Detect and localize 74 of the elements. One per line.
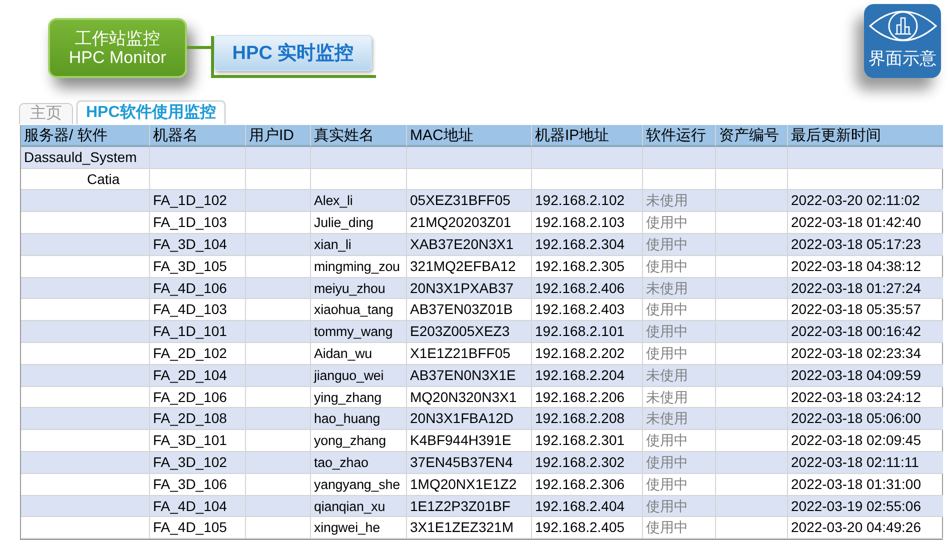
table-cell: FA_1D_102: [150, 190, 246, 212]
table-cell: FA_3D_104: [150, 234, 246, 256]
table-cell: 2022-03-18 02:11:11: [788, 452, 943, 474]
table-cell: AB37EN0N3X1E: [407, 364, 532, 387]
table-cell: 192.168.2.404: [532, 496, 643, 518]
empty-cell: [246, 517, 311, 540]
table-cell: 192.168.2.208: [532, 408, 643, 430]
preview-badge[interactable]: 界面示意: [864, 4, 941, 78]
table-cell: XAB37E20N3X1: [407, 234, 532, 256]
table-cell: 未使用: [643, 408, 716, 430]
table-cell: 192.168.2.405: [532, 517, 643, 540]
table-cell: 1E1Z2P3Z01BF: [407, 496, 532, 518]
table-cell: 05XEZ31BFF05: [407, 190, 532, 212]
column-header: 资产编号: [716, 125, 788, 147]
table-cell: qianqian_xu: [311, 496, 407, 518]
table-cell: 20N3X1FBA12D: [407, 408, 532, 430]
table-cell: FA_2D_104: [150, 364, 246, 387]
table-cell: 192.168.2.204: [532, 364, 643, 387]
table-cell: 2022-03-18 05:17:23: [788, 234, 943, 256]
table-cell: hao_huang: [311, 408, 407, 430]
column-header: MAC地址: [407, 125, 532, 147]
node-title: 工作站监控: [75, 29, 160, 48]
table-cell: 2022-03-18 05:06:00: [788, 408, 943, 430]
table-cell: FA_2D_108: [150, 408, 246, 430]
table-cell: 未使用: [643, 190, 716, 212]
tab[interactable]: HPC软件使用监控: [76, 100, 226, 124]
table-cell: xingwei_he: [311, 517, 407, 540]
table-cell: 使用中: [643, 496, 716, 518]
table-cell: 使用中: [643, 234, 716, 256]
table-cell: 未使用: [643, 278, 716, 300]
table-cell: 2022-03-18 01:27:24: [788, 278, 943, 300]
table-cell: 3X1E1ZEZ321M: [407, 517, 532, 540]
table-cell: 192.168.2.102: [532, 190, 643, 212]
table-cell: 使用中: [643, 517, 716, 540]
table-cell: 2022-03-18 04:09:59: [788, 364, 943, 387]
node-subtitle: HPC Monitor: [68, 48, 166, 67]
table-cell: 2022-03-19 02:55:06: [788, 496, 943, 518]
tab[interactable]: 主页: [19, 103, 73, 124]
table-cell: tao_zhao: [311, 452, 407, 474]
column-header: 真实姓名: [311, 125, 407, 147]
table-cell: Alex_li: [311, 190, 407, 212]
table-cell: xian_li: [311, 234, 407, 256]
table-cell: 2022-03-20 02:11:02: [788, 190, 943, 212]
table-cell: 使用中: [643, 452, 716, 474]
table-cell: 2022-03-20 04:49:26: [788, 517, 943, 540]
table-cell: 20N3X1PXAB37: [407, 278, 532, 300]
column-header: 用户ID: [246, 125, 311, 147]
table-cell: 2022-03-18 00:16:42: [788, 321, 943, 343]
table-cell: 37EN45B37EN4: [407, 452, 532, 474]
column-header: 服务器/ 软件: [21, 125, 150, 147]
table-cell: 192.168.2.304: [532, 234, 643, 256]
table-cell: 使用中: [643, 321, 716, 343]
table-cell: jianguo_wei: [311, 364, 407, 387]
table-cell: meiyu_zhou: [311, 278, 407, 300]
badge-label: 界面示意: [868, 48, 936, 70]
table-cell: 192.168.2.302: [532, 452, 643, 474]
table-cell: 192.168.2.101: [532, 321, 643, 343]
table-cell: FA_4D_106: [150, 278, 246, 300]
table-cell: Dassauld_System: [21, 146, 150, 169]
table-cell: E203Z005XEZ3: [407, 321, 532, 343]
table-cell: tommy_wang: [311, 321, 407, 343]
table-cell: FA_3D_102: [150, 452, 246, 474]
table-cell: 未使用: [643, 364, 716, 387]
empty-cell: [716, 517, 788, 540]
table-cell: 192.168.2.406: [532, 278, 643, 300]
realtime-monitor-button[interactable]: HPC 实时监控: [214, 35, 372, 71]
column-header: 软件运行: [643, 125, 716, 147]
table-cell: FA_1D_101: [150, 321, 246, 343]
table-cell: FA_4D_105: [150, 517, 246, 540]
column-header: 机器IP地址: [532, 125, 643, 147]
monitor-node[interactable]: 工作站监控 HPC Monitor: [48, 18, 187, 78]
column-header: 最后更新时间: [788, 125, 943, 147]
table-cell: FA_4D_104: [150, 496, 246, 518]
column-header: 机器名: [150, 125, 246, 147]
